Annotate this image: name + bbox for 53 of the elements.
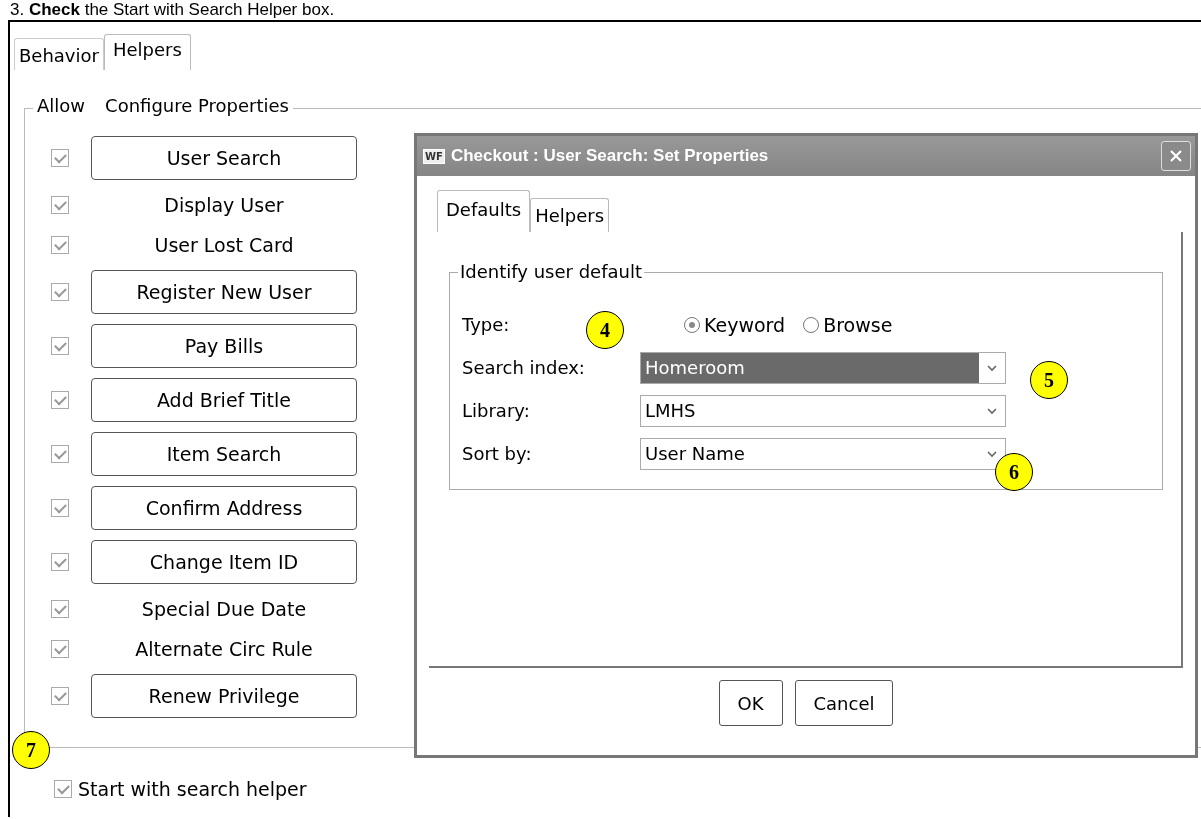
dropdown-field[interactable]: User Name: [640, 437, 1006, 470]
group-title: Identify user default: [458, 261, 644, 282]
checkbox[interactable]: [51, 687, 69, 705]
checkbox[interactable]: [51, 149, 69, 167]
helper-button[interactable]: Register New User: [91, 270, 357, 314]
dialog-button[interactable]: OK: [718, 680, 783, 726]
helper-button[interactable]: User Search: [91, 136, 357, 180]
checkbox[interactable]: [51, 553, 69, 571]
dropdown-field[interactable]: Homeroom: [640, 351, 1006, 384]
helper-button[interactable]: Renew Privilege: [91, 674, 357, 718]
callout-badge: 7: [12, 731, 50, 769]
close-icon: [1168, 148, 1184, 164]
checkbox-label: Start with search helper: [78, 778, 307, 800]
dialog-button[interactable]: Cancel: [794, 680, 894, 726]
radio-label: Keyword: [704, 313, 786, 336]
checkbox[interactable]: [51, 445, 69, 463]
app-icon: WF: [423, 148, 445, 164]
field-label: Sort by:: [462, 443, 532, 464]
column-header: Allow: [37, 95, 86, 116]
helper-label: Alternate Circ Rule: [134, 638, 314, 660]
window-title: Checkout : User Search: Set Properties: [450, 146, 770, 166]
checkbox[interactable]: [51, 391, 69, 409]
checkbox[interactable]: [51, 283, 69, 301]
helper-button[interactable]: Add Brief Title: [91, 378, 357, 422]
field-label: Search index:: [462, 357, 585, 378]
checkbox[interactable]: [51, 640, 69, 658]
radio-label: Browse: [823, 313, 893, 336]
tab[interactable]: Defaults: [437, 190, 531, 232]
field-label: Type:: [462, 314, 510, 335]
field-label: Library:: [462, 400, 530, 421]
checkbox[interactable]: [51, 499, 69, 517]
tab[interactable]: Helpers: [103, 34, 191, 70]
column-header: Configure Properties: [105, 95, 289, 116]
caret-icon: [987, 449, 997, 458]
checkbox[interactable]: [51, 236, 69, 254]
tab[interactable]: Helpers: [530, 198, 610, 232]
checkbox[interactable]: [51, 337, 69, 355]
close-button[interactable]: [1161, 141, 1191, 171]
dropdown-field[interactable]: LMHS: [640, 394, 1006, 427]
caret-icon: [987, 406, 997, 415]
helper-label: Display User: [163, 194, 285, 216]
helper-button[interactable]: Change Item ID: [91, 540, 357, 584]
tab[interactable]: Behavior: [14, 38, 104, 70]
caret-icon: [987, 363, 997, 372]
checkbox[interactable]: [51, 196, 69, 214]
instruction-text: 3. Check the Start with Search Helper box.: [9, 0, 336, 20]
helper-button[interactable]: Confirm Address: [91, 486, 357, 530]
checkbox[interactable]: [54, 780, 72, 798]
helper-button[interactable]: Item Search: [91, 432, 357, 476]
helper-button[interactable]: Pay Bills: [91, 324, 357, 368]
helper-label: User Lost Card: [153, 234, 295, 256]
checkbox[interactable]: [51, 600, 69, 618]
helper-label: Special Due Date: [140, 598, 308, 620]
